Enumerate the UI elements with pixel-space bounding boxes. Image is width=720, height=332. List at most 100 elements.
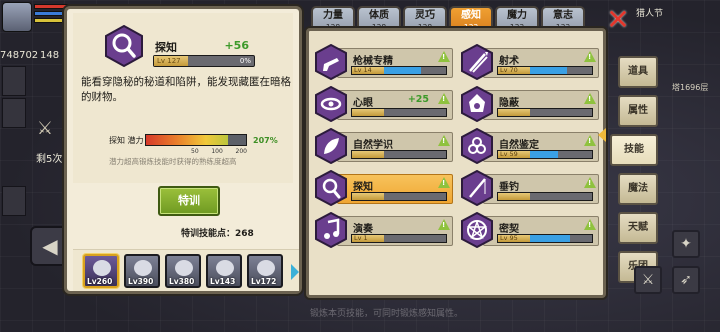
party-member-level: Lv172	[251, 277, 277, 286]
skill-item-level	[352, 151, 384, 158]
upgrade-arrow-icon[interactable]	[438, 51, 450, 62]
side-tab-3[interactable]: 技能	[610, 134, 658, 166]
revolver-icon	[315, 44, 347, 80]
bow-icon[interactable]: ➶	[672, 266, 700, 294]
skill-item-bar	[351, 108, 447, 117]
skill-item-level	[352, 109, 384, 116]
train-points-label: 特训技能点：	[181, 229, 236, 239]
tab-label: 魔力	[507, 10, 527, 21]
upgrade-arrow-icon[interactable]	[584, 177, 596, 188]
music-note-icon	[315, 212, 347, 248]
skill-level: Lv 127	[154, 56, 188, 66]
side-tab-2[interactable]: 属性	[618, 95, 658, 127]
skill-item-name: 隐蔽	[499, 98, 519, 109]
skill-item-bar: Lv 59	[497, 150, 593, 159]
train-button[interactable]: 特训	[158, 186, 220, 216]
potential-tick: 200	[235, 148, 247, 155]
search-icon	[105, 25, 143, 67]
skill-item-bar	[497, 192, 593, 201]
skill-item-fill	[530, 235, 571, 242]
crossed-swords-icon: ⚔	[36, 118, 54, 139]
quick-slot-1[interactable]	[2, 66, 26, 96]
side-tab-1[interactable]: 道具	[618, 56, 658, 88]
skill-detail-panel: 探知 +56 Lv 127 0% 能看穿隐秘的秘道和陷阱，能发现藏匿在暗格的财物…	[64, 6, 302, 294]
upgrade-arrow-icon[interactable]	[584, 219, 596, 230]
skill-item-bonus: +25	[407, 94, 429, 105]
skill-item-bar	[497, 108, 593, 117]
skill-item-bar	[351, 192, 447, 201]
skill-item-bar: Lv 1	[351, 234, 447, 243]
close-icon[interactable]: ✕	[604, 6, 632, 34]
skill-item[interactable]: 自然鉴定Lv 59	[461, 128, 599, 164]
skill-item-level: Lv 1	[352, 235, 384, 242]
party-member-level: Lv390	[128, 277, 154, 286]
upgrade-arrow-icon[interactable]	[438, 219, 450, 230]
skill-item-name: 枪械专精	[353, 56, 393, 67]
skill-item-name: 自然鉴定	[499, 140, 539, 151]
hood-icon	[461, 86, 493, 122]
upgrade-arrow-icon[interactable]	[438, 93, 450, 104]
party-member-3[interactable]: Lv380	[165, 254, 201, 288]
floor-count: 148	[40, 50, 60, 61]
potential-tick: 100	[211, 148, 223, 155]
side-tab-4[interactable]: 魔法	[618, 173, 658, 205]
skill-item-fill	[530, 151, 558, 158]
tab-label: 体质	[369, 10, 389, 21]
upgrade-arrow-icon[interactable]	[584, 93, 596, 104]
skill-item[interactable]: 密契Lv 95	[461, 212, 599, 248]
pentagram-icon	[461, 212, 493, 248]
party-member-5[interactable]: Lv172	[247, 254, 283, 288]
skill-item[interactable]: 演奏Lv 1	[315, 212, 453, 248]
skill-description: 能看穿隐秘的秘道和陷阱，能发现藏匿在暗格的财物。	[81, 76, 291, 103]
eye-icon	[315, 86, 347, 122]
tab-label: 灵巧	[415, 10, 435, 21]
quick-slot-3[interactable]	[2, 186, 26, 216]
skill-item-bar: Lv 70	[497, 66, 593, 75]
skill-item-level: Lv 14	[352, 67, 384, 74]
skill-item[interactable]: 垂钓	[461, 170, 599, 206]
portrait-icon	[257, 260, 275, 276]
party-member-4[interactable]: Lv143	[206, 254, 242, 288]
tab-label: 感知	[461, 10, 481, 21]
skill-detail-card: 探知 +56 Lv 127 0% 能看穿隐秘的秘道和陷阱，能发现藏匿在暗格的财物…	[73, 13, 293, 183]
skill-item-level: Lv 70	[498, 67, 530, 74]
skill-item[interactable]: 隐蔽	[461, 86, 599, 122]
skill-item[interactable]: 枪械专精Lv 14	[315, 44, 453, 80]
skill-level-bar: Lv 127 0%	[153, 55, 255, 67]
sword-icon[interactable]: ⚔	[634, 266, 662, 294]
skill-item-name: 垂钓	[499, 182, 519, 193]
party-member-2[interactable]: Lv390	[124, 254, 160, 288]
tab-label: 意志	[553, 10, 573, 21]
skill-item[interactable]: 自然学识	[315, 128, 453, 164]
compass-icon[interactable]: ✦	[672, 230, 700, 258]
event-label: 猎人节	[636, 9, 664, 19]
side-tab-5[interactable]: 天赋	[618, 212, 658, 244]
arrows-icon	[461, 44, 493, 80]
fishing-rod-icon	[461, 170, 493, 206]
party-member-level: Lv260	[87, 277, 113, 286]
skill-item-level: Lv 59	[498, 151, 530, 158]
gold-count: 748702	[0, 50, 39, 61]
potential-hint: 潜力超高锻炼技能时获得的熟练度超高	[109, 157, 237, 166]
train-points-value: 268	[235, 229, 254, 239]
upgrade-arrow-icon[interactable]	[584, 135, 596, 146]
quick-slot-2[interactable]	[2, 98, 26, 128]
search-icon	[315, 170, 347, 206]
tab-label: 力量	[323, 10, 343, 21]
skill-title: 探知	[155, 41, 177, 54]
skill-item-name: 心眼	[353, 98, 373, 109]
upgrade-arrow-icon[interactable]	[438, 177, 450, 188]
potential-ticks: 50 100 200	[191, 148, 247, 155]
party-member-level: Lv380	[169, 277, 195, 286]
tower-floor-label: 塔1696层	[672, 83, 709, 92]
skill-item[interactable]: 射术Lv 70	[461, 44, 599, 80]
skill-item[interactable]: 心眼 +25	[315, 86, 453, 122]
skill-item[interactable]: 探知	[315, 170, 453, 206]
skill-progress-percent: 0%	[239, 57, 251, 65]
upgrade-arrow-icon[interactable]	[584, 51, 596, 62]
player-avatar[interactable]	[2, 2, 32, 32]
party-member-1[interactable]: Lv260	[83, 254, 119, 288]
skill-item-level	[352, 193, 384, 200]
upgrade-arrow-icon[interactable]	[438, 135, 450, 146]
party-next-arrow-icon[interactable]	[291, 264, 299, 280]
